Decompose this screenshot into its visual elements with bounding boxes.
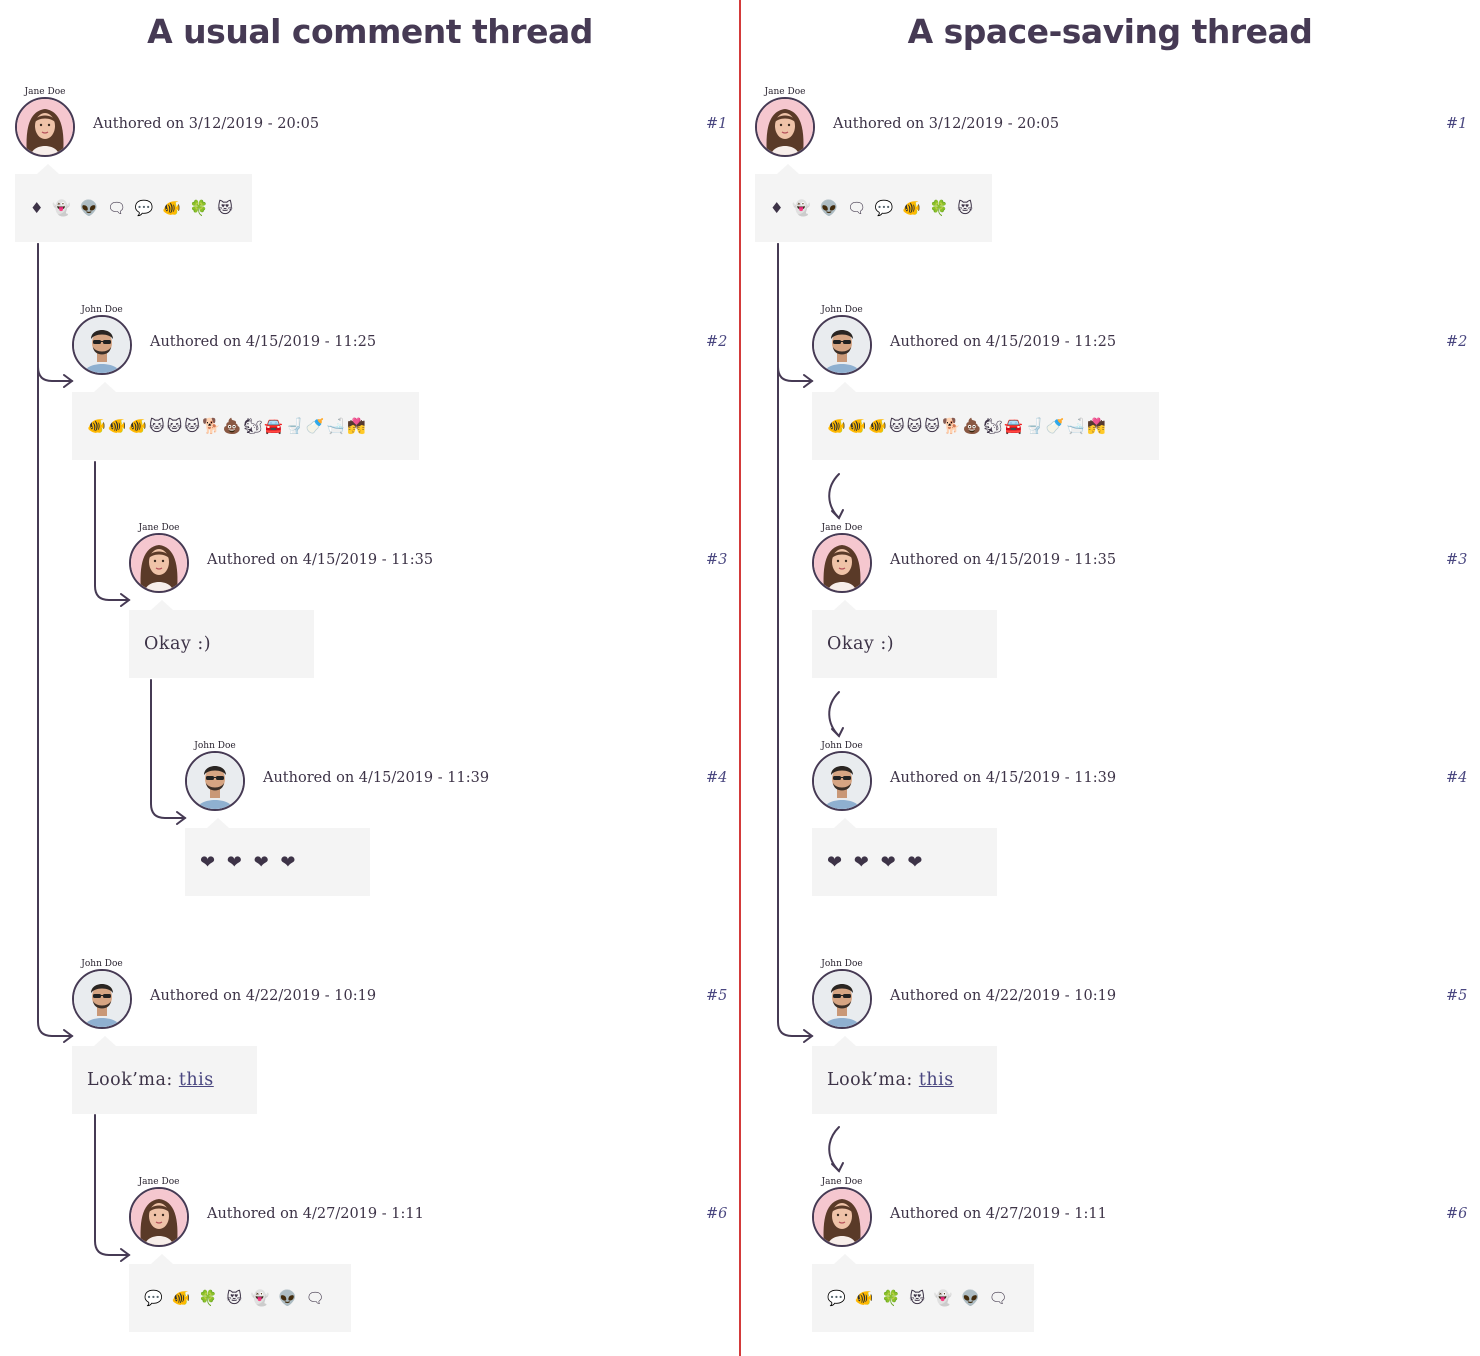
thread-connectors bbox=[37, 243, 844, 1262]
reply-connector bbox=[37, 243, 73, 382]
reply-connector bbox=[828, 473, 840, 519]
reply-connector bbox=[94, 1114, 130, 1256]
reply-connector bbox=[150, 679, 186, 819]
reply-connector bbox=[828, 1126, 840, 1172]
reply-connector bbox=[777, 243, 813, 382]
reply-connector bbox=[777, 243, 813, 1037]
reply-connector bbox=[828, 691, 840, 737]
reply-connector bbox=[37, 243, 73, 1037]
reply-connector bbox=[94, 461, 130, 601]
